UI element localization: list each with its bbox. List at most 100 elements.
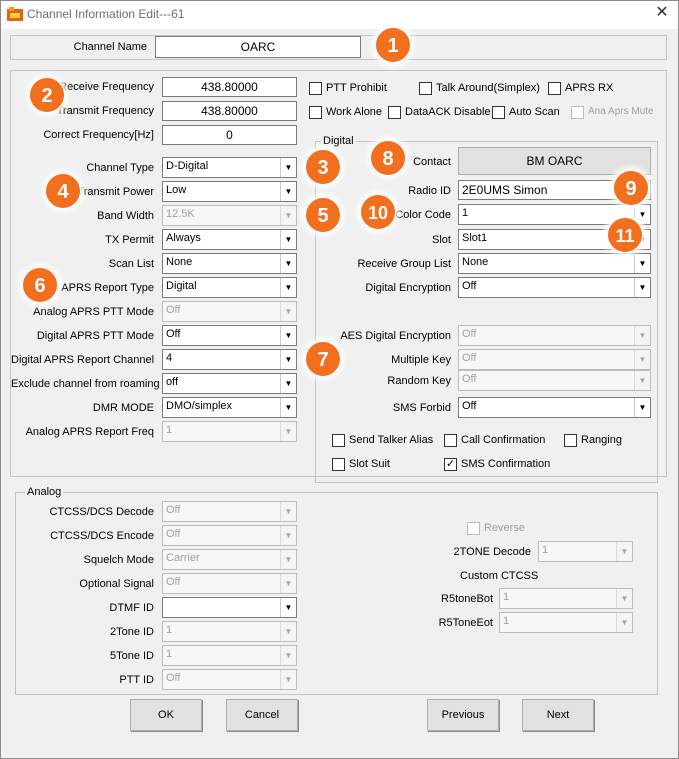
aes-digital-encryption-label: AES Digital Encryption <box>340 330 451 342</box>
channel-edit-window: Channel Information Edit---61 ✕ Channel … <box>0 0 679 759</box>
receive-frequency-input[interactable]: 438.80000 <box>162 77 297 97</box>
ctcss-encode-select[interactable]: Off ▼ <box>162 525 297 546</box>
checkmark-icon: ✓ <box>444 458 457 471</box>
annotation-badge-9: 9 <box>613 170 649 206</box>
chevron-down-icon: ▼ <box>634 278 650 297</box>
aes-digital-encryption-select[interactable]: Off ▼ <box>458 325 651 346</box>
chevron-down-icon: ▼ <box>280 254 296 273</box>
ctcss-decode-label: CTCSS/DCS Decode <box>49 506 154 518</box>
chevron-down-icon: ▼ <box>280 598 296 617</box>
chevron-down-icon: ▼ <box>280 574 296 593</box>
chevron-down-icon: ▼ <box>280 158 296 177</box>
exclude-roaming-select[interactable]: off ▼ <box>162 373 297 394</box>
chevron-down-icon: ▼ <box>280 550 296 569</box>
select-value: Low <box>166 184 187 196</box>
dmr-mode-select[interactable]: DMO/simplex ▼ <box>162 397 297 418</box>
call-confirmation-label: Call Confirmation <box>461 434 546 446</box>
analog-group-title: Analog <box>25 486 64 498</box>
annotation-badge-2: 2 <box>29 77 65 113</box>
sms-forbid-select[interactable]: Off ▼ <box>458 397 651 418</box>
five-tone-id-select[interactable]: 1 ▼ <box>162 645 297 666</box>
digital-aprs-report-channel-label: Digital APRS Report Channel <box>11 354 155 366</box>
select-value: 12.5K <box>166 208 195 220</box>
digital-aprs-ptt-mode-select[interactable]: Off ▼ <box>162 325 297 346</box>
select-value: Off <box>462 352 477 364</box>
aprs-report-type-select[interactable]: Digital ▼ <box>162 277 297 298</box>
custom-ctcss-label: Custom CTCSS <box>460 570 539 582</box>
checkbox-box <box>419 82 432 95</box>
chevron-down-icon: ▼ <box>280 622 296 641</box>
r5tone-eot-select[interactable]: 1 ▼ <box>499 612 633 633</box>
transmit-power-select[interactable]: Low ▼ <box>162 181 297 202</box>
receive-group-list-select[interactable]: None ▼ <box>458 253 651 274</box>
select-value: Off <box>166 528 181 540</box>
digital-encryption-select[interactable]: Off ▼ <box>458 277 651 298</box>
correct-frequency-label: Correct Frequency[Hz] <box>43 129 154 141</box>
annotation-badge-6: 6 <box>22 267 58 303</box>
ctcss-decode-select[interactable]: Off ▼ <box>162 501 297 522</box>
select-value: Off <box>166 504 181 516</box>
two-tone-id-select[interactable]: 1 ▼ <box>162 621 297 642</box>
select-value: Off <box>166 304 181 316</box>
reverse-label: Reverse <box>484 522 525 534</box>
select-value: 1 <box>166 424 173 436</box>
radio-id-label: Radio ID <box>408 185 451 197</box>
chevron-down-icon: ▼ <box>280 502 296 521</box>
digital-aprs-report-channel-select[interactable]: 4 ▼ <box>162 349 297 370</box>
ptt-prohibit-label: PTT Prohibit <box>326 82 387 94</box>
optional-signal-select[interactable]: Off ▼ <box>162 573 297 594</box>
annotation-badge-3: 3 <box>305 149 341 185</box>
select-value: None <box>462 256 489 268</box>
multiple-key-select[interactable]: Off ▼ <box>458 349 651 370</box>
cancel-button[interactable]: Cancel <box>226 699 298 731</box>
previous-button[interactable]: Previous <box>427 699 499 731</box>
correct-frequency-input[interactable]: 0 <box>162 125 297 145</box>
select-value: 1 <box>166 624 173 636</box>
multiple-key-label: Multiple Key <box>391 354 451 366</box>
two-tone-decode-select[interactable]: 1 ▼ <box>538 541 633 562</box>
band-width-label: Band Width <box>97 210 154 222</box>
transmit-frequency-input[interactable]: 438.80000 <box>162 101 297 121</box>
tx-permit-select[interactable]: Always ▼ <box>162 229 297 250</box>
select-value: 1 <box>542 544 549 556</box>
r5tone-bot-label: R5toneBot <box>441 593 493 605</box>
analog-aprs-ptt-mode-select[interactable]: Off ▼ <box>162 301 297 322</box>
select-value: Off <box>166 576 181 588</box>
chevron-down-icon: ▼ <box>280 278 296 297</box>
checkbox-box <box>309 106 322 119</box>
scan-list-select[interactable]: None ▼ <box>162 253 297 274</box>
talk-around-label: Talk Around(Simplex) <box>436 82 540 94</box>
chevron-down-icon: ▼ <box>634 371 650 390</box>
contact-button[interactable]: BM OARC <box>458 147 651 175</box>
checkbox-box <box>309 82 322 95</box>
channel-name-input[interactable]: OARC <box>155 36 361 58</box>
squelch-mode-select[interactable]: Carrier ▼ <box>162 549 297 570</box>
receive-group-list-label: Receive Group List <box>357 258 451 270</box>
next-button[interactable]: Next <box>522 699 594 731</box>
channel-type-select[interactable]: D-Digital ▼ <box>162 157 297 178</box>
squelch-mode-label: Squelch Mode <box>83 554 154 566</box>
ranging-label: Ranging <box>581 434 622 446</box>
dmr-mode-label: DMR MODE <box>92 402 154 414</box>
close-icon[interactable]: ✕ <box>647 2 677 26</box>
digital-encryption-label: Digital Encryption <box>365 282 451 294</box>
annotation-badge-4: 4 <box>45 173 81 209</box>
select-value: 4 <box>166 352 173 364</box>
analog-aprs-report-freq-select[interactable]: 1 ▼ <box>162 421 297 442</box>
annotation-badge-10: 10 <box>360 194 396 230</box>
ok-button[interactable]: OK <box>130 699 202 731</box>
ptt-id-select[interactable]: Off ▼ <box>162 669 297 690</box>
send-talker-alias-label: Send Talker Alias <box>349 434 434 446</box>
select-value: Off <box>462 373 477 385</box>
band-width-select[interactable]: 12.5K ▼ <box>162 205 297 226</box>
dtmf-id-select[interactable]: ▼ <box>162 597 297 618</box>
chevron-down-icon: ▼ <box>280 326 296 345</box>
select-value: 1 <box>503 591 510 603</box>
select-value: Digital <box>166 280 197 292</box>
random-key-select[interactable]: Off ▼ <box>458 370 651 391</box>
chevron-down-icon: ▼ <box>634 398 650 417</box>
contact-label: Contact <box>413 156 451 168</box>
chevron-down-icon: ▼ <box>280 230 296 249</box>
r5tone-bot-select[interactable]: 1 ▼ <box>499 588 633 609</box>
chevron-down-icon: ▼ <box>616 542 632 561</box>
